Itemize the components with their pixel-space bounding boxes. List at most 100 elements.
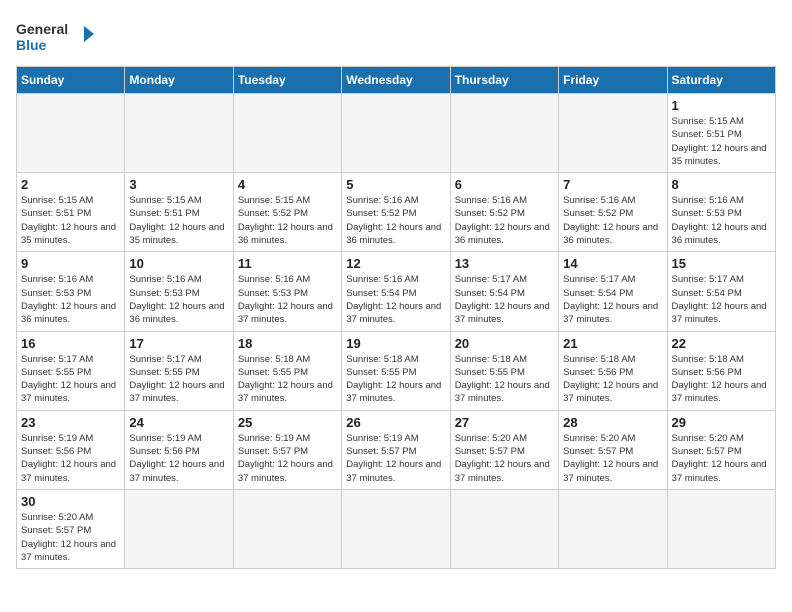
day-number: 30	[21, 494, 120, 509]
day-info: Sunrise: 5:20 AMSunset: 5:57 PMDaylight:…	[21, 511, 120, 564]
calendar-cell: 20 Sunrise: 5:18 AMSunset: 5:55 PMDayligh…	[450, 331, 558, 410]
header: GeneralBlue	[16, 16, 776, 56]
calendar-cell: 23Sunrise: 5:19 AMSunset: 5:56 PMDayligh…	[17, 410, 125, 489]
calendar-cell	[17, 94, 125, 173]
calendar-cell: 2 Sunrise: 5:15 AMSunset: 5:51 PMDaylight…	[17, 173, 125, 252]
weekday-header: Thursday	[450, 67, 558, 94]
calendar-week-row: 2 Sunrise: 5:15 AMSunset: 5:51 PMDaylight…	[17, 173, 776, 252]
calendar-week-row: 16 Sunrise: 5:17 AMSunset: 5:55 PMDayligh…	[17, 331, 776, 410]
day-number: 9	[21, 256, 120, 271]
day-info: Sunrise: 5:16 AMSunset: 5:53 PMDaylight:…	[238, 273, 337, 326]
weekday-header: Sunday	[17, 67, 125, 94]
day-info: Sunrise: 5:16 AMSunset: 5:54 PMDaylight:…	[346, 273, 445, 326]
calendar-week-row: 9 Sunrise: 5:16 AMSunset: 5:53 PMDaylight…	[17, 252, 776, 331]
day-info: Sunrise: 5:15 AMSunset: 5:52 PMDaylight:…	[238, 194, 337, 247]
day-info: Sunrise: 5:17 AMSunset: 5:54 PMDaylight:…	[455, 273, 554, 326]
calendar-week-row: 23 Sunrise: 5:19 AMSunset: 5:56 PMDayligh…	[17, 410, 776, 489]
day-number: 3	[129, 177, 228, 192]
day-info: Sunrise: 5:16 AMSunset: 5:52 PMDaylight:…	[346, 194, 445, 247]
day-info: Sunrise: 5:19 AMSunset: 5:57 PMDaylight:…	[346, 432, 445, 485]
calendar-table: SundayMondayTuesdayWednesdayThursdayFrid…	[16, 66, 776, 569]
weekday-header: Monday	[125, 67, 233, 94]
calendar-cell	[342, 489, 450, 568]
calendar-cell: 28Sunrise: 5:20 AMSunset: 5:57 PMDayligh…	[559, 410, 667, 489]
weekday-header: Tuesday	[233, 67, 341, 94]
day-number: 6	[455, 177, 554, 192]
day-info: Sunrise: 5:15 AMSunset: 5:51 PMDaylight:…	[672, 115, 771, 168]
logo: GeneralBlue	[16, 16, 96, 56]
day-number: 5	[346, 177, 445, 192]
calendar-cell: 4 Sunrise: 5:15 AMSunset: 5:52 PMDaylight…	[233, 173, 341, 252]
calendar-cell: 15Sunrise: 5:17 AMSunset: 5:54 PMDayligh…	[667, 252, 775, 331]
day-number: 23	[21, 415, 120, 430]
day-number: 17	[129, 336, 228, 351]
day-number: 21	[563, 336, 662, 351]
day-info: Sunrise: 5:16 AMSunset: 5:53 PMDaylight:…	[672, 194, 771, 247]
calendar-cell: 12Sunrise: 5:16 AMSunset: 5:54 PMDayligh…	[342, 252, 450, 331]
day-info: Sunrise: 5:16 AMSunset: 5:52 PMDaylight:…	[563, 194, 662, 247]
svg-text:Blue: Blue	[16, 37, 47, 53]
calendar-cell: 19 Sunrise: 5:18 AMSunset: 5:55 PMDayligh…	[342, 331, 450, 410]
calendar-week-row: 1Sunrise: 5:15 AMSunset: 5:51 PMDaylight…	[17, 94, 776, 173]
day-number: 25	[238, 415, 337, 430]
day-info: Sunrise: 5:16 AMSunset: 5:52 PMDaylight:…	[455, 194, 554, 247]
day-info: Sunrise: 5:17 AMSunset: 5:55 PMDaylight:…	[21, 353, 120, 406]
calendar-cell: 9 Sunrise: 5:16 AMSunset: 5:53 PMDaylight…	[17, 252, 125, 331]
day-number: 20	[455, 336, 554, 351]
weekday-header: Friday	[559, 67, 667, 94]
calendar-cell: 3 Sunrise: 5:15 AMSunset: 5:51 PMDaylight…	[125, 173, 233, 252]
calendar-cell	[559, 489, 667, 568]
calendar-cell	[233, 94, 341, 173]
day-number: 27	[455, 415, 554, 430]
day-info: Sunrise: 5:16 AMSunset: 5:53 PMDaylight:…	[21, 273, 120, 326]
calendar-cell: 5 Sunrise: 5:16 AMSunset: 5:52 PMDaylight…	[342, 173, 450, 252]
calendar-cell: 8Sunrise: 5:16 AMSunset: 5:53 PMDaylight…	[667, 173, 775, 252]
calendar-cell: 1Sunrise: 5:15 AMSunset: 5:51 PMDaylight…	[667, 94, 775, 173]
day-info: Sunrise: 5:16 AMSunset: 5:53 PMDaylight:…	[129, 273, 228, 326]
day-number: 4	[238, 177, 337, 192]
day-info: Sunrise: 5:19 AMSunset: 5:57 PMDaylight:…	[238, 432, 337, 485]
day-number: 26	[346, 415, 445, 430]
calendar-cell: 27 Sunrise: 5:20 AMSunset: 5:57 PMDayligh…	[450, 410, 558, 489]
day-number: 19	[346, 336, 445, 351]
day-info: Sunrise: 5:20 AMSunset: 5:57 PMDaylight:…	[563, 432, 662, 485]
day-number: 29	[672, 415, 771, 430]
day-info: Sunrise: 5:17 AMSunset: 5:54 PMDaylight:…	[672, 273, 771, 326]
calendar-cell: 24Sunrise: 5:19 AMSunset: 5:56 PMDayligh…	[125, 410, 233, 489]
calendar-cell	[450, 94, 558, 173]
day-number: 13	[455, 256, 554, 271]
day-info: Sunrise: 5:18 AMSunset: 5:55 PMDaylight:…	[238, 353, 337, 406]
day-info: Sunrise: 5:18 AMSunset: 5:55 PMDaylight:…	[346, 353, 445, 406]
calendar-cell: 13 Sunrise: 5:17 AMSunset: 5:54 PMDayligh…	[450, 252, 558, 331]
calendar-cell: 25 Sunrise: 5:19 AMSunset: 5:57 PMDayligh…	[233, 410, 341, 489]
day-number: 2	[21, 177, 120, 192]
calendar-cell	[342, 94, 450, 173]
calendar-cell	[233, 489, 341, 568]
day-number: 18	[238, 336, 337, 351]
logo-svg: GeneralBlue	[16, 16, 96, 56]
calendar-week-row: 30 Sunrise: 5:20 AMSunset: 5:57 PMDayligh…	[17, 489, 776, 568]
calendar-cell	[667, 489, 775, 568]
svg-text:General: General	[16, 21, 68, 37]
day-info: Sunrise: 5:15 AMSunset: 5:51 PMDaylight:…	[129, 194, 228, 247]
calendar-cell	[559, 94, 667, 173]
day-number: 10	[129, 256, 228, 271]
day-info: Sunrise: 5:20 AMSunset: 5:57 PMDaylight:…	[672, 432, 771, 485]
day-number: 16	[21, 336, 120, 351]
calendar-cell: 16 Sunrise: 5:17 AMSunset: 5:55 PMDayligh…	[17, 331, 125, 410]
day-info: Sunrise: 5:18 AMSunset: 5:56 PMDaylight:…	[563, 353, 662, 406]
day-number: 14	[563, 256, 662, 271]
calendar-cell: 17Sunrise: 5:17 AMSunset: 5:55 PMDayligh…	[125, 331, 233, 410]
calendar-cell: 29 Sunrise: 5:20 AMSunset: 5:57 PMDayligh…	[667, 410, 775, 489]
calendar-cell: 7Sunrise: 5:16 AMSunset: 5:52 PMDaylight…	[559, 173, 667, 252]
calendar-cell: 30 Sunrise: 5:20 AMSunset: 5:57 PMDayligh…	[17, 489, 125, 568]
day-number: 22	[672, 336, 771, 351]
day-info: Sunrise: 5:15 AMSunset: 5:51 PMDaylight:…	[21, 194, 120, 247]
calendar-cell	[450, 489, 558, 568]
day-info: Sunrise: 5:20 AMSunset: 5:57 PMDaylight:…	[455, 432, 554, 485]
calendar-cell: 10 Sunrise: 5:16 AMSunset: 5:53 PMDayligh…	[125, 252, 233, 331]
weekday-header-row: SundayMondayTuesdayWednesdayThursdayFrid…	[17, 67, 776, 94]
day-info: Sunrise: 5:19 AMSunset: 5:56 PMDaylight:…	[129, 432, 228, 485]
calendar-cell: 6 Sunrise: 5:16 AMSunset: 5:52 PMDaylight…	[450, 173, 558, 252]
day-info: Sunrise: 5:18 AMSunset: 5:55 PMDaylight:…	[455, 353, 554, 406]
